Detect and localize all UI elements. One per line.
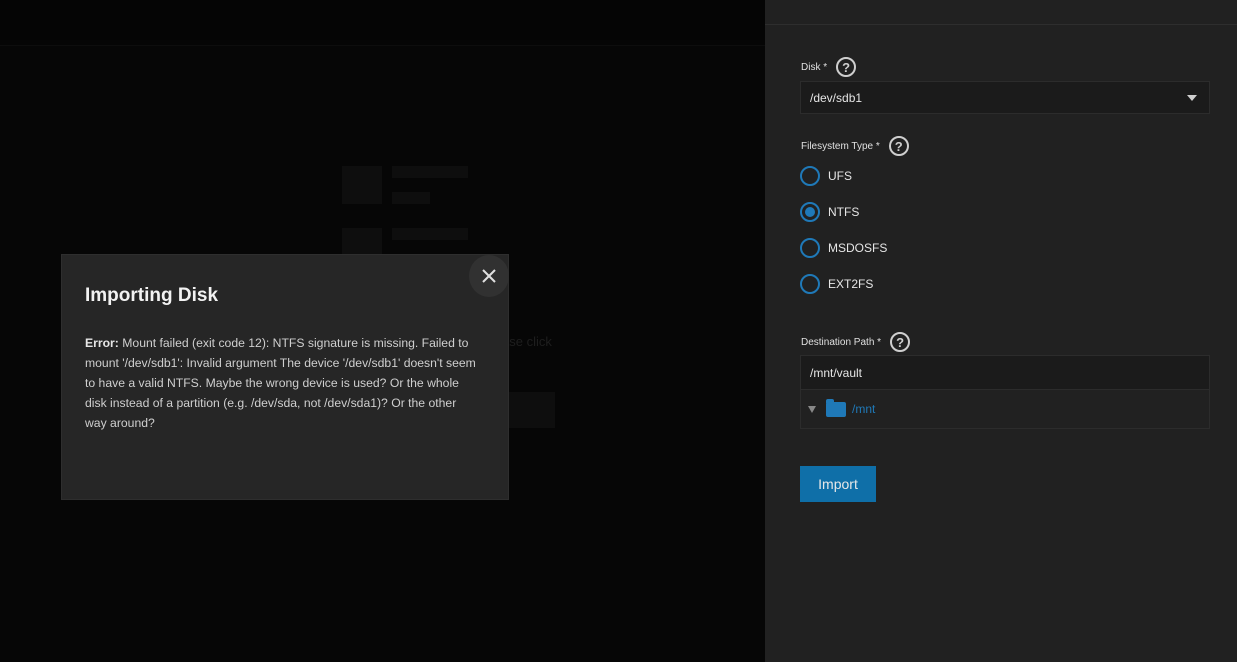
- error-text: Mount failed (exit code 12): NTFS signat…: [85, 336, 476, 430]
- radio-label: MSDOSFS: [828, 241, 888, 255]
- background-placeholder: [342, 166, 382, 204]
- help-icon[interactable]: ?: [888, 136, 909, 156]
- radio-msdosfs[interactable]: MSDOSFS: [800, 238, 887, 258]
- radio-button-icon[interactable]: [800, 238, 820, 258]
- background-placeholder: [392, 228, 468, 240]
- filesystem-label-text: Filesystem Type *: [801, 140, 880, 152]
- radio-button-icon[interactable]: [800, 166, 820, 186]
- background-topbar: [0, 0, 765, 46]
- close-icon: [482, 269, 496, 283]
- disk-label-text: Disk *: [801, 61, 828, 73]
- radio-label: EXT2FS: [828, 277, 874, 291]
- background-button: [505, 392, 555, 428]
- chevron-down-icon: [1187, 95, 1197, 101]
- radio-ntfs[interactable]: NTFS: [800, 202, 859, 222]
- disk-select[interactable]: /dev/sdb1: [800, 81, 1210, 114]
- destination-path-value: /mnt/vault: [810, 365, 863, 380]
- dialog-title: Importing Disk: [85, 285, 219, 306]
- filesystem-field-label: Filesystem Type * ?: [801, 136, 909, 156]
- import-disk-panel: Disk * ? /dev/sdb1 Filesystem Type * ? U…: [765, 0, 1237, 662]
- radio-button-icon[interactable]: [800, 274, 820, 294]
- folder-icon[interactable]: [826, 398, 846, 417]
- help-icon[interactable]: ?: [836, 57, 857, 77]
- disk-field-label: Disk * ?: [801, 57, 857, 77]
- close-button[interactable]: [469, 255, 509, 297]
- background-text: ase click: [502, 334, 552, 349]
- tree-node-mnt[interactable]: /mnt: [852, 402, 875, 416]
- background-placeholder: [392, 192, 430, 204]
- radio-ufs[interactable]: UFS: [800, 166, 852, 186]
- help-icon[interactable]: ?: [890, 332, 911, 352]
- radio-label: NTFS: [828, 205, 860, 219]
- panel-header: [765, 0, 1237, 25]
- background-placeholder: [392, 166, 468, 178]
- import-button[interactable]: Import: [800, 466, 876, 502]
- importing-disk-dialog: Importing Disk Error: Mount failed (exit…: [61, 254, 509, 500]
- directory-tree: /mnt: [800, 389, 1210, 429]
- destination-path-input[interactable]: /mnt/vault: [800, 355, 1210, 389]
- disk-select-value: /dev/sdb1: [810, 90, 863, 105]
- radio-ext2fs[interactable]: EXT2FS: [800, 274, 873, 294]
- radio-label: UFS: [828, 169, 852, 183]
- destination-label-text: Destination Path *: [801, 336, 882, 348]
- error-prefix: Error:: [85, 336, 119, 350]
- background-placeholder: [342, 228, 382, 254]
- destination-field-label: Destination Path * ?: [801, 332, 911, 352]
- caret-down-icon[interactable]: [808, 405, 816, 413]
- radio-button-checked-icon[interactable]: [800, 202, 820, 222]
- dialog-error-message: Error: Mount failed (exit code 12): NTFS…: [85, 333, 480, 433]
